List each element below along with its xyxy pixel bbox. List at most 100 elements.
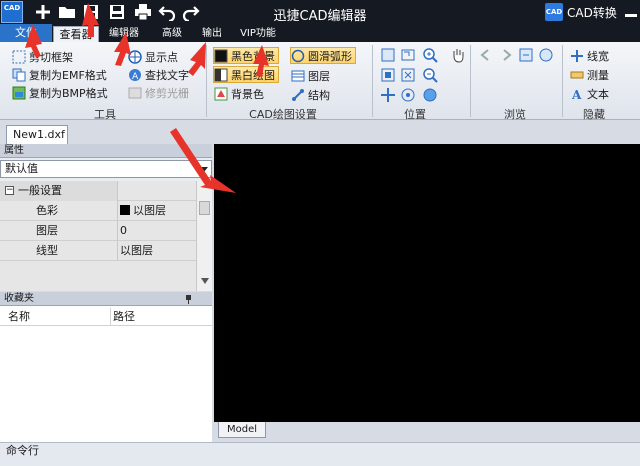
refresh-icon[interactable] [518,47,534,63]
ribbon-separator [562,45,563,117]
command-line[interactable]: 命令行 [0,442,640,466]
properties-panel: 属性 默认值 − 一般设置 色彩 以图层 图层 0 线型 以图层 [0,144,212,291]
bw-drawing-label: 黑白绘图 [231,68,275,82]
black-background-button[interactable]: 黑色背景 [213,47,279,64]
smooth-arc-button[interactable]: 圆滑弧形 [290,47,356,64]
tab-editor[interactable]: 编辑器 [104,26,144,42]
layers-button[interactable]: 图层 [291,67,330,84]
black-background-icon [214,49,228,62]
hand-pan-icon[interactable] [450,47,466,63]
smooth-arc-icon [291,49,305,62]
tab-file[interactable]: 文件 [0,24,52,42]
minimize-icon[interactable] [624,3,638,19]
cad-convert-button[interactable]: CAD CAD转换 [545,3,617,21]
bw-drawing-icon [214,68,228,81]
property-grid: − 一般设置 色彩 以图层 图层 0 线型 以图层 [0,181,196,291]
tab-advanced[interactable]: 高级 [156,26,188,42]
zoom-box-icon[interactable] [400,67,416,83]
zoom-window-icon[interactable] [400,47,416,63]
property-row[interactable]: 线型 以图层 [0,241,196,261]
show-points-button[interactable]: 显示点 [128,48,178,65]
property-value-text: 以图层 [133,204,166,217]
bw-drawing-button[interactable]: 黑白绘图 [213,66,279,83]
scrollbar-thumb[interactable] [199,201,210,215]
cad-convert-icon: CAD [545,3,563,21]
svg-text:A: A [132,72,139,82]
find-text-button[interactable]: A 查找文字 [128,66,189,83]
collapse-icon[interactable]: − [5,186,14,195]
tab-viewer[interactable]: 查看器 [53,26,99,42]
find-text-label: 查找文字 [145,68,189,82]
show-points-label: 显示点 [145,50,178,64]
layers-label: 图层 [308,69,330,83]
svg-text:A: A [571,88,582,101]
color-swatch [120,205,130,215]
document-tab[interactable]: New1.dxf [6,125,68,144]
measure-label: 测量 [587,68,609,82]
property-value: 0 [120,224,127,237]
copy-emf-icon [12,68,26,81]
pan-icon[interactable] [380,87,396,103]
browse-folder-icon[interactable] [538,47,554,63]
text-button[interactable]: A 文本 [570,85,609,102]
cad-editor-window: CAD 迅捷CAD编辑器 CAD CAD转换 文件 查看器 编辑器 高级 输出 … [0,0,640,466]
property-category-label: 一般设置 [18,184,62,197]
ribbon-tabs: 文件 查看器 编辑器 高级 输出 VIP功能 [0,24,640,42]
property-value: 以图层 [120,201,166,221]
model-tab[interactable]: Model [218,422,266,438]
property-key: 图层 [0,221,118,241]
copy-bmp-button[interactable]: 复制为BMP格式 [12,84,108,101]
zoom-out-icon[interactable] [422,67,438,83]
text-label: 文本 [587,87,609,101]
find-text-icon: A [129,68,141,82]
property-row[interactable]: 色彩 以图层 [0,201,196,221]
document-tab-bar: New1.dxf [0,120,640,144]
structure-button[interactable]: 结构 [291,86,330,103]
trim-raster-label: 修剪光栅 [145,86,189,100]
structure-icon [292,88,304,101]
scroll-down-icon[interactable] [201,278,209,284]
tab-vip[interactable]: VIP功能 [236,26,280,42]
column-path[interactable]: 路径 [110,308,135,326]
background-color-icon [214,87,228,100]
line-width-button[interactable]: 线宽 [570,47,609,64]
zoom-extents-icon[interactable] [380,67,396,83]
ribbon: 剪切框架 复制为EMF格式 复制为BMP格式 显示点 A 查找文字 修剪光栅 工… [0,42,640,121]
property-row[interactable]: 图层 0 [0,221,196,241]
drawing-canvas[interactable] [214,144,640,422]
clip-frame-button[interactable]: 剪切框架 [12,48,73,65]
property-scrollbar[interactable] [196,181,212,291]
properties-object-select[interactable]: 默认值 [0,160,212,178]
text-icon: A [571,88,582,101]
center-view-icon[interactable] [400,87,416,103]
trim-raster-icon [128,87,142,98]
forward-icon[interactable] [498,47,514,63]
fit-window-icon[interactable] [380,47,396,63]
smooth-arc-label: 圆滑弧形 [308,49,352,63]
line-width-label: 线宽 [587,49,609,63]
structure-label: 结构 [308,88,330,102]
chevron-down-icon [200,167,208,172]
clip-frame-label: 剪切框架 [29,50,73,64]
property-key: 线型 [0,241,118,261]
tab-output[interactable]: 输出 [196,26,228,42]
ribbon-separator [206,45,207,117]
rotate-view-icon[interactable] [422,87,438,103]
column-name[interactable]: 名称 [8,308,30,326]
window-title: 迅捷CAD编辑器 [273,9,367,24]
clip-frame-icon [12,50,26,63]
measure-button[interactable]: 测量 [570,66,609,83]
copy-bmp-icon [12,86,26,99]
trim-raster-button[interactable]: 修剪光栅 [128,84,189,101]
copy-emf-button[interactable]: 复制为EMF格式 [12,66,107,83]
back-icon[interactable] [478,47,494,63]
zoom-in-icon[interactable] [422,47,438,63]
background-color-button[interactable]: 背景色 [214,85,264,102]
ribbon-separator [372,45,373,117]
pin-icon[interactable] [184,295,193,304]
favorites-columns: 名称 路径 [0,308,212,326]
property-key: 色彩 [0,201,118,221]
property-category[interactable]: − 一般设置 [0,181,196,201]
layout-tab-bar: Model [214,422,640,442]
favorites-header: 收藏夹 [0,292,212,306]
